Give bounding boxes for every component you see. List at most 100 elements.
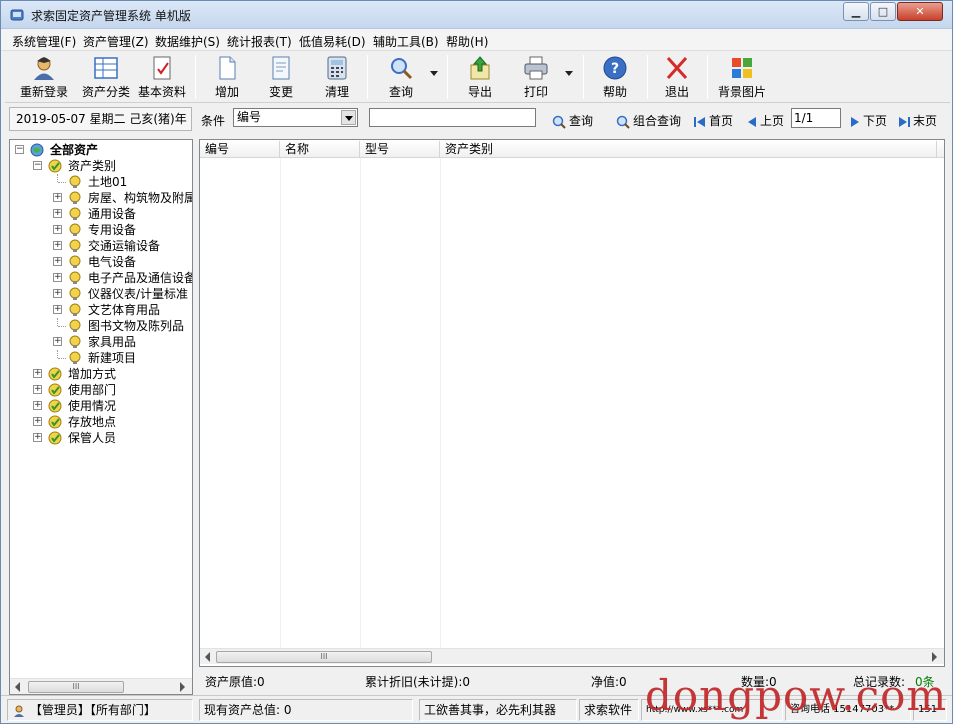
toolbar: 重新登录 资产分类 基本资料 增加 变更 清理 查询 导出 打印 ? 帮助 退出… xyxy=(5,51,950,103)
lightbulb-icon xyxy=(69,351,81,364)
tree-item-1[interactable]: + 房屋、构筑物及附属 xyxy=(12,190,192,206)
edit-document-icon xyxy=(272,56,290,80)
menu-lowvalue[interactable]: 低值易耗(D) xyxy=(299,33,366,50)
expand-icon[interactable]: + xyxy=(53,241,62,250)
exit-x-icon xyxy=(666,56,688,80)
condition-select[interactable]: 编号 xyxy=(233,108,358,127)
lightbulb-icon xyxy=(69,175,81,188)
clear-button[interactable]: 清理 xyxy=(311,53,363,101)
expand-icon[interactable]: + xyxy=(33,401,42,410)
minimize-button[interactable]: ▁ xyxy=(843,2,869,21)
expand-icon[interactable]: + xyxy=(53,337,62,346)
tree-group-0[interactable]: + 增加方式 xyxy=(12,366,192,382)
first-page-button[interactable]: 首页 xyxy=(693,112,733,129)
category-button[interactable]: 资产分类 xyxy=(79,53,133,101)
tree-category[interactable]: − 资产类别 xyxy=(12,158,192,174)
expand-icon[interactable]: + xyxy=(53,225,62,234)
exit-button[interactable]: 退出 xyxy=(651,53,703,101)
expand-icon[interactable]: + xyxy=(53,289,62,298)
tree-item-0[interactable]: 土地01 xyxy=(12,174,192,190)
tree-group-3[interactable]: + 存放地点 xyxy=(12,414,192,430)
export-button[interactable]: 导出 xyxy=(451,53,509,101)
tree-item-6[interactable]: + 电子产品及通信设备 xyxy=(12,270,192,286)
check-folder-icon xyxy=(48,383,62,397)
combo-query-button[interactable]: 组合查询 xyxy=(615,112,681,130)
asset-grid: 编号 名称 型号 资产类别 III xyxy=(199,139,945,667)
menu-help[interactable]: 帮助(H) xyxy=(446,33,488,50)
prev-page-button[interactable]: 上页 xyxy=(746,112,784,129)
tree-item-8[interactable]: + 文艺体育用品 xyxy=(12,302,192,318)
next-page-button[interactable]: 下页 xyxy=(849,112,887,129)
tree-item-4[interactable]: + 交通运输设备 xyxy=(12,238,192,254)
asset-tree: − 全部资产 − 资产类别 土地01 + 房屋、构筑物及附属 + 通用设备 + 专用设备 + 交… xyxy=(9,139,193,695)
original-value: 资产原值:0 xyxy=(205,675,265,689)
maximize-button[interactable]: □ xyxy=(870,2,896,21)
tree-group-1[interactable]: + 使用部门 xyxy=(12,382,192,398)
status-user: 【管理员】【所有部门】 xyxy=(7,699,193,721)
expand-icon[interactable]: + xyxy=(53,305,62,314)
tree-item-5[interactable]: + 电气设备 xyxy=(12,254,192,270)
lightbulb-icon xyxy=(69,319,81,332)
lightbulb-icon xyxy=(69,303,81,316)
menu-tools[interactable]: 辅助工具(B) xyxy=(373,33,439,50)
expand-icon[interactable]: + xyxy=(33,385,42,394)
menu-report[interactable]: 统计报表(T) xyxy=(227,33,292,50)
print-dropdown-arrow[interactable] xyxy=(565,71,573,76)
menu-system[interactable]: 系统管理(F) xyxy=(12,33,76,50)
tree-group-4[interactable]: + 保管人员 xyxy=(12,430,192,446)
col-code[interactable]: 编号 xyxy=(200,141,280,157)
tree-item-10[interactable]: + 家具用品 xyxy=(12,334,192,350)
collapse-icon[interactable]: − xyxy=(33,161,42,170)
scroll-left-arrow[interactable] xyxy=(205,652,210,662)
query-dropdown-arrow[interactable] xyxy=(430,71,438,76)
tree-item-11[interactable]: 新建项目 xyxy=(12,350,192,366)
tree-item-7[interactable]: + 仪器仪表/计量标准 xyxy=(12,286,192,302)
expand-icon[interactable]: + xyxy=(33,369,42,378)
expand-icon[interactable]: + xyxy=(53,209,62,218)
expand-icon[interactable]: + xyxy=(33,433,42,442)
collapse-icon[interactable]: − xyxy=(15,145,24,154)
col-model[interactable]: 型号 xyxy=(360,141,440,157)
page-number-input[interactable] xyxy=(791,108,841,128)
expand-icon[interactable]: + xyxy=(53,193,62,202)
menu-asset[interactable]: 资产管理(Z) xyxy=(83,33,149,50)
background-image-button[interactable]: 背景图片 xyxy=(711,53,773,101)
printer-icon xyxy=(524,56,548,80)
scroll-thumb[interactable]: III xyxy=(216,651,432,663)
col-name[interactable]: 名称 xyxy=(280,141,360,157)
scroll-left-arrow[interactable] xyxy=(15,682,20,692)
new-document-icon xyxy=(219,56,236,80)
lightbulb-icon xyxy=(69,191,81,204)
calculator-icon xyxy=(327,56,347,80)
scroll-right-arrow[interactable] xyxy=(180,682,185,692)
search-input[interactable] xyxy=(369,108,536,127)
close-button[interactable]: ✕ xyxy=(897,2,943,21)
basic-info-button[interactable]: 基本资料 xyxy=(135,53,189,101)
lightbulb-icon xyxy=(69,271,81,284)
relogin-button[interactable]: 重新登录 xyxy=(13,53,75,101)
svg-text:?: ? xyxy=(611,61,619,77)
check-folder-icon xyxy=(48,399,62,413)
expand-icon[interactable]: + xyxy=(53,257,62,266)
query-button[interactable]: 查询 xyxy=(371,53,431,101)
query-search-button[interactable]: 查询 xyxy=(551,112,593,130)
scroll-thumb[interactable]: III xyxy=(28,681,124,693)
menu-data[interactable]: 数据维护(S) xyxy=(155,33,220,50)
tree-hscrollbar[interactable]: III xyxy=(10,678,192,694)
tree-item-2[interactable]: + 通用设备 xyxy=(12,206,192,222)
add-button[interactable]: 增加 xyxy=(201,53,253,101)
help-button[interactable]: ? 帮助 xyxy=(589,53,641,101)
expand-icon[interactable]: + xyxy=(53,273,62,282)
last-page-button[interactable]: 末页 xyxy=(897,112,937,129)
tree-group-2[interactable]: + 使用情况 xyxy=(12,398,192,414)
grid-hscrollbar[interactable]: III xyxy=(200,648,944,664)
tree-item-9[interactable]: 图书文物及陈列品 xyxy=(12,318,192,334)
change-button[interactable]: 变更 xyxy=(255,53,307,101)
chevron-down-icon[interactable] xyxy=(341,110,356,125)
scroll-right-arrow[interactable] xyxy=(932,652,937,662)
print-button[interactable]: 打印 xyxy=(509,53,563,101)
tree-item-3[interactable]: + 专用设备 xyxy=(12,222,192,238)
tree-root[interactable]: − 全部资产 xyxy=(12,142,192,158)
expand-icon[interactable]: + xyxy=(33,417,42,426)
col-category[interactable]: 资产类别 xyxy=(440,141,937,157)
